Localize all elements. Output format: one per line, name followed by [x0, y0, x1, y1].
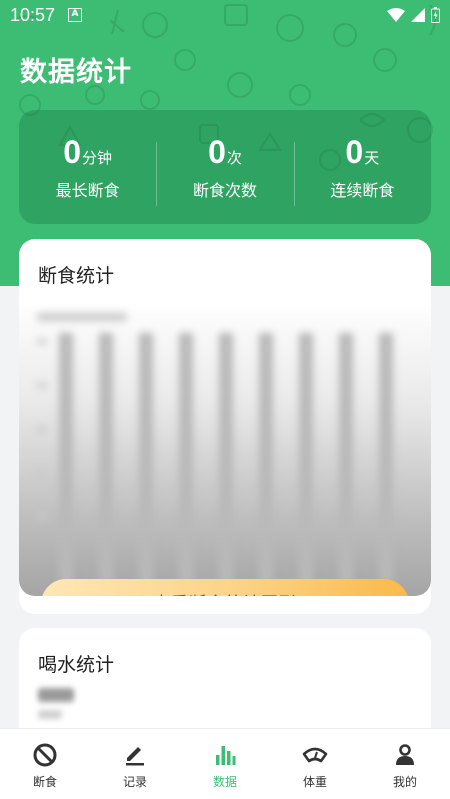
- no-symbol-icon: [33, 743, 57, 767]
- nav-item-data[interactable]: 数据: [180, 729, 270, 799]
- stat-unit: 分钟: [82, 148, 113, 167]
- card-title: 断食统计: [38, 265, 115, 287]
- stat-unit: 天: [364, 148, 380, 167]
- cellular-signal-icon: [411, 8, 425, 22]
- card-title: 喝水统计: [38, 654, 115, 676]
- wifi-icon: [387, 8, 405, 22]
- stat-value: 0: [208, 133, 226, 170]
- nav-label: 我的: [392, 775, 417, 789]
- stat-value: 0: [345, 133, 364, 170]
- page-title: 数据统计: [20, 57, 132, 88]
- bar-chart-icon: [216, 746, 236, 765]
- scale-icon: [302, 747, 328, 763]
- stat-label: 连续断食: [330, 180, 395, 200]
- stat-label: 最长断食: [55, 180, 120, 200]
- nav-item-records[interactable]: 记录: [90, 729, 180, 799]
- battery-icon: [431, 7, 440, 23]
- nav-item-fasting[interactable]: 断食: [0, 729, 90, 799]
- bottom-nav: 断食 记录 数据 体重 我的: [0, 728, 450, 799]
- stat-label: 断食次数: [192, 180, 257, 200]
- nav-item-weight[interactable]: 体重: [270, 729, 360, 799]
- nav-label: 断食: [32, 775, 57, 789]
- person-icon: [396, 744, 414, 765]
- pencil-icon: [126, 747, 144, 766]
- summary-stats-card: 0 分钟 最长断食 0次 断食次数 0天 连续断食: [19, 110, 431, 224]
- status-bar: 10:57 A: [0, 0, 450, 32]
- locked-chart-preview: 查看断食统计图形: [19, 301, 431, 596]
- stat-fast-count: 0次 断食次数: [156, 133, 293, 206]
- blurred-chart: [19, 301, 431, 596]
- blurred-water-summary: [38, 688, 98, 732]
- stat-consecutive-fast: 0天 连续断食: [293, 133, 431, 206]
- fasting-stats-card: 断食统计 查看断食统计图形: [19, 239, 431, 614]
- nav-item-profile[interactable]: 我的: [360, 729, 450, 799]
- stat-value: 0: [63, 133, 82, 170]
- stat-longest-fast: 0 分钟 最长断食: [19, 134, 156, 201]
- stat-unit: 次: [226, 148, 242, 167]
- nav-label: 数据: [212, 775, 237, 789]
- nav-label: 体重: [302, 775, 327, 789]
- view-fasting-chart-button[interactable]: 查看断食统计图形: [41, 579, 409, 596]
- nav-label: 记录: [122, 775, 147, 789]
- status-time: 10:57: [10, 5, 56, 25]
- notification-icon: A: [68, 8, 82, 22]
